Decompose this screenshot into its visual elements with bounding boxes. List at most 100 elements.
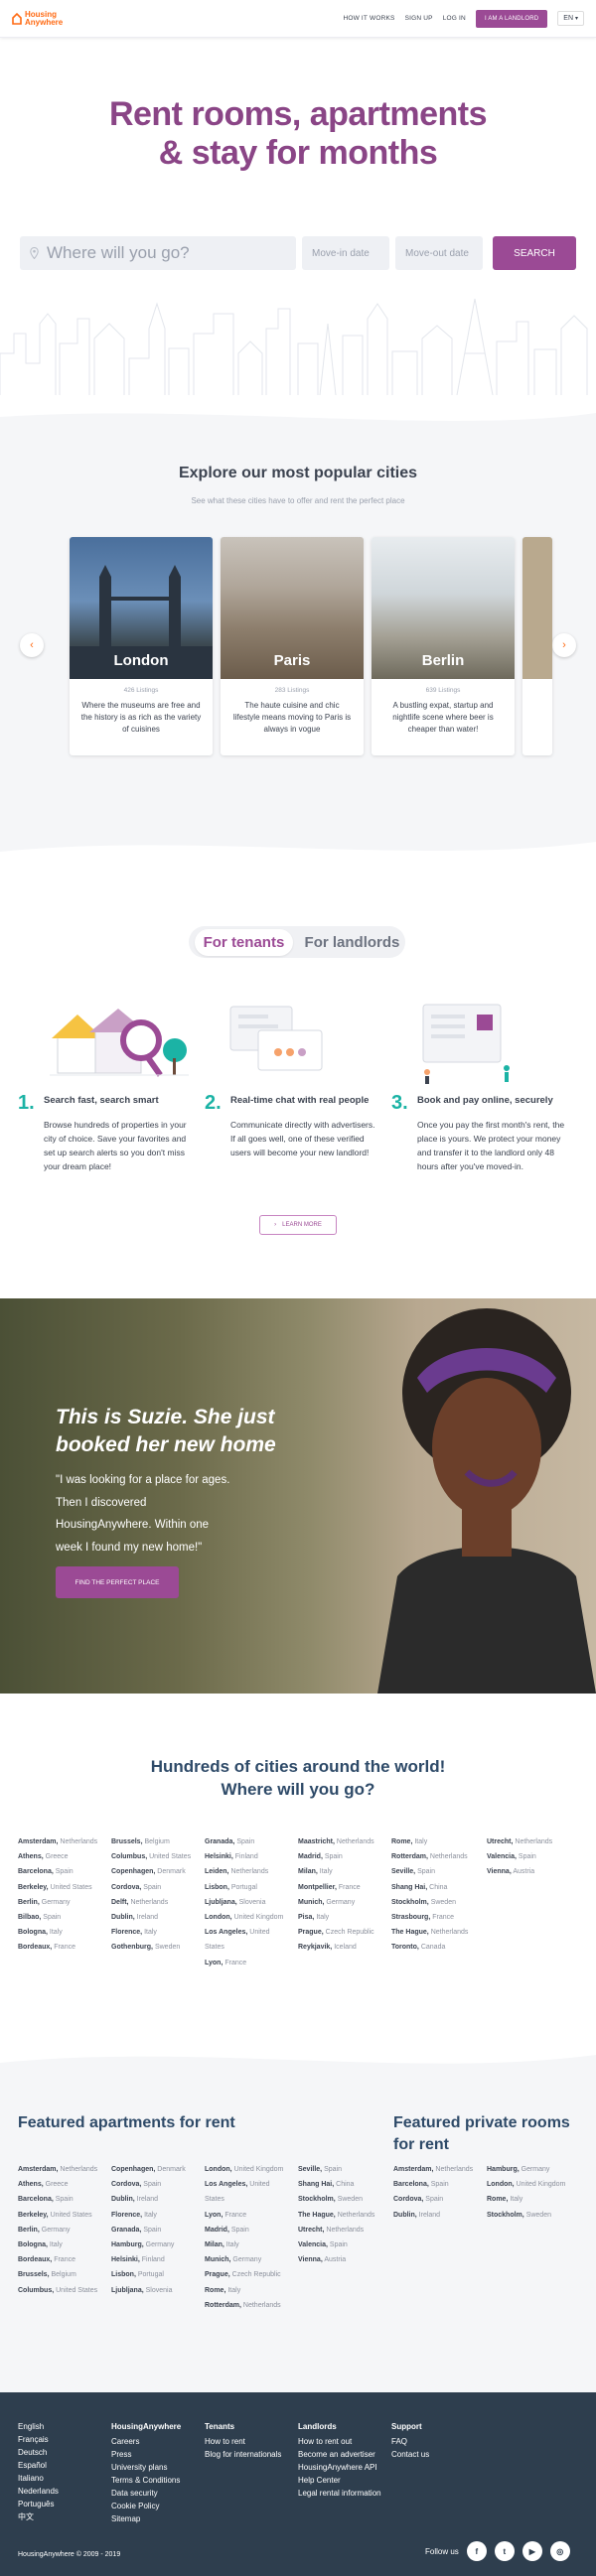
city-link[interactable]: Shang Hai, China	[391, 1880, 487, 1895]
city-link[interactable]: Milan, Italy	[298, 1864, 393, 1879]
carousel-prev-button[interactable]: ‹	[20, 633, 44, 657]
city-link[interactable]: States	[205, 2192, 300, 2207]
city-link[interactable]: Berlin, Germany	[18, 2223, 113, 2237]
city-link[interactable]: Florence, Italy	[111, 1925, 207, 1940]
language-link[interactable]: Deutsch	[18, 2446, 59, 2459]
city-link[interactable]: Maastricht, Netherlands	[298, 1834, 393, 1849]
city-link[interactable]: Madrid, Spain	[205, 2223, 300, 2237]
footer-link[interactable]: Legal rental information	[298, 2487, 389, 2500]
city-card-london[interactable]: London 426 Listings Where the museums ar…	[70, 537, 213, 755]
city-link[interactable]: Berkeley, United States	[18, 1880, 113, 1895]
move-in-date-input[interactable]: Move-in date	[302, 236, 389, 270]
city-link[interactable]: Stockholm, Sweden	[487, 2208, 582, 2223]
footer-link[interactable]: Blog for internationals	[205, 2448, 281, 2461]
city-link[interactable]: The Hague, Netherlands	[298, 2208, 393, 2223]
city-link[interactable]: Munich, Germany	[298, 1895, 393, 1910]
city-link[interactable]: Amsterdam, Netherlands	[393, 2162, 489, 2177]
city-link[interactable]: Utrecht, Netherlands	[298, 2223, 393, 2237]
footer-link[interactable]: HousingAnywhere API	[298, 2461, 389, 2474]
city-link[interactable]: Columbus, United States	[111, 1849, 207, 1864]
city-link[interactable]: Los Angeles, United	[205, 2177, 300, 2192]
footer-link[interactable]: FAQ	[391, 2435, 429, 2448]
move-out-date-input[interactable]: Move-out date	[395, 236, 483, 270]
city-link[interactable]: Athens, Greece	[18, 2177, 113, 2192]
city-link[interactable]: Ljubljana, Slovenia	[111, 2283, 207, 2298]
city-link[interactable]: Prague, Czech Republic	[205, 2267, 300, 2282]
city-link[interactable]: Amsterdam, Netherlands	[18, 1834, 113, 1849]
language-link[interactable]: Español	[18, 2459, 59, 2472]
city-link[interactable]: Hamburg, Germany	[487, 2162, 582, 2177]
city-card-paris[interactable]: Paris 283 Listings The haute cuisine and…	[221, 537, 364, 755]
find-perfect-place-button[interactable]: FIND THE PERFECT PLACE	[56, 1566, 179, 1598]
city-link[interactable]: Barcelona, Spain	[18, 2192, 113, 2207]
city-link[interactable]: Lyon, France	[205, 2208, 300, 2223]
city-link[interactable]: Helsinki, Finland	[205, 1849, 300, 1864]
carousel-next-button[interactable]: ›	[552, 633, 576, 657]
city-link[interactable]: Valencia, Spain	[298, 2237, 393, 2252]
city-link[interactable]: Valencia, Spain	[487, 1849, 582, 1864]
city-link[interactable]: Bologna, Italy	[18, 2237, 113, 2252]
destination-input[interactable]: Where will you go?	[20, 236, 296, 270]
city-link[interactable]: Utrecht, Netherlands	[487, 1834, 582, 1849]
city-link[interactable]: Berlin, Germany	[18, 1895, 113, 1910]
language-link[interactable]: Português	[18, 2498, 59, 2510]
city-link[interactable]: Brussels, Belgium	[18, 2267, 113, 2282]
footer-link[interactable]: Help Center	[298, 2474, 389, 2487]
footer-link[interactable]: Data security	[111, 2487, 181, 2500]
city-link[interactable]: Cordova, Spain	[393, 2192, 489, 2207]
city-link[interactable]: Cordova, Spain	[111, 2177, 207, 2192]
city-link[interactable]: Lyon, France	[205, 1956, 300, 1970]
city-link[interactable]: Reykjavik, Iceland	[298, 1940, 393, 1955]
instagram-icon[interactable]: ◎	[549, 2541, 570, 2561]
city-link[interactable]: Milan, Italy	[205, 2237, 300, 2252]
city-link[interactable]: Lisbon, Portugal	[111, 2267, 207, 2282]
city-card-berlin[interactable]: Berlin 639 Listings A bustling expat, st…	[372, 537, 515, 755]
city-link[interactable]: Toronto, Canada	[391, 1940, 487, 1955]
footer-link[interactable]: Become an advertiser	[298, 2448, 389, 2461]
city-link[interactable]: Prague, Czech Republic	[298, 1925, 393, 1940]
city-link[interactable]: Rotterdam, Netherlands	[205, 2298, 300, 2313]
city-link[interactable]: Lisbon, Portugal	[205, 1880, 300, 1895]
footer-link[interactable]: Press	[111, 2448, 181, 2461]
city-link[interactable]: Dublin, Ireland	[393, 2208, 489, 2223]
nav-sign-up[interactable]: SIGN UP	[405, 15, 433, 22]
language-link[interactable]: English	[18, 2420, 59, 2433]
city-link[interactable]: Barcelona, Spain	[18, 1864, 113, 1879]
city-link[interactable]: Pisa, Italy	[298, 1910, 393, 1925]
city-link[interactable]: Los Angeles, United	[205, 1925, 300, 1940]
footer-link[interactable]: How to rent	[205, 2435, 281, 2448]
city-link[interactable]: Rome, Italy	[205, 2283, 300, 2298]
city-link[interactable]: Columbus, United States	[18, 2283, 113, 2298]
youtube-icon[interactable]: ▶	[522, 2541, 542, 2561]
city-link[interactable]: Stockholm, Sweden	[391, 1895, 487, 1910]
city-link[interactable]: Leiden, Netherlands	[205, 1864, 300, 1879]
footer-link[interactable]: Sitemap	[111, 2512, 181, 2525]
footer-link[interactable]: University plans	[111, 2461, 181, 2474]
city-link[interactable]: London, United Kingdom	[487, 2177, 582, 2192]
city-link[interactable]: Copenhagen, Denmark	[111, 1864, 207, 1879]
language-link[interactable]: Nederlands	[18, 2485, 59, 2498]
footer-link[interactable]: Contact us	[391, 2448, 429, 2461]
city-link[interactable]: Seville, Spain	[298, 2162, 393, 2177]
footer-link[interactable]: Terms & Conditions	[111, 2474, 181, 2487]
city-link[interactable]: Bordeaux, France	[18, 1940, 113, 1955]
footer-link[interactable]: How to rent out	[298, 2435, 389, 2448]
twitter-icon[interactable]: t	[494, 2541, 515, 2561]
city-link[interactable]: London, United Kingdom	[205, 1910, 300, 1925]
tab-for-landlords[interactable]: For landlords	[305, 934, 400, 951]
city-link[interactable]: Dublin, Ireland	[111, 2192, 207, 2207]
city-link[interactable]: Vienna, Austria	[298, 2252, 393, 2267]
logo[interactable]: Housing Anywhere	[12, 10, 71, 27]
city-link[interactable]: Dublin, Ireland	[111, 1910, 207, 1925]
city-link[interactable]: Ljubljana, Slovenia	[205, 1895, 300, 1910]
city-link[interactable]: Montpellier, France	[298, 1880, 393, 1895]
nav-how-it-works[interactable]: HOW IT WORKS	[343, 15, 394, 22]
facebook-icon[interactable]: f	[466, 2541, 487, 2561]
footer-link[interactable]: Cookie Policy	[111, 2500, 181, 2512]
city-link[interactable]: States	[205, 1940, 300, 1955]
city-link[interactable]: Brussels, Belgium	[111, 1834, 207, 1849]
city-link[interactable]: Vienna, Austria	[487, 1864, 582, 1879]
city-link[interactable]: Helsinki, Finland	[111, 2252, 207, 2267]
language-link[interactable]: 中文	[18, 2510, 59, 2523]
city-link[interactable]: Athens, Greece	[18, 1849, 113, 1864]
